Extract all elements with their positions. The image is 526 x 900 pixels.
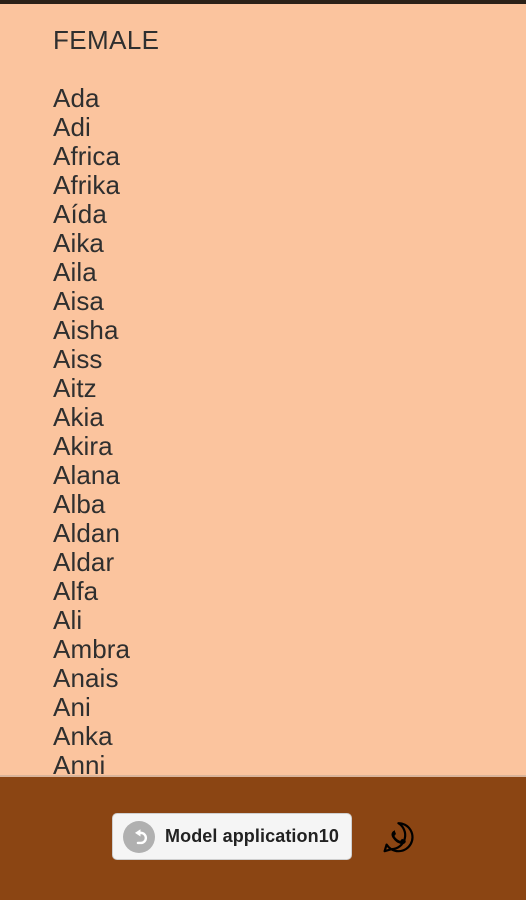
list-item[interactable]: Ali [53,606,483,635]
section-title-female: FEMALE [53,25,160,55]
list-item[interactable]: Aitz [53,374,483,403]
list-item[interactable]: Akira [53,432,483,461]
list-item[interactable]: Aila [53,258,483,287]
list-item[interactable]: Africa [53,142,483,171]
list-item[interactable]: Aisa [53,287,483,316]
name-list-pane[interactable]: FEMALE Ada Adi Africa Afrika Aída Aika Aila Ais… [0,4,526,775]
list-item[interactable]: Aiss [53,345,483,374]
list-item[interactable]: Aisha [53,316,483,345]
back-arrow-icon [123,820,155,853]
list-item[interactable]: Aldan [53,519,483,548]
bottom-action-bar: Model application10 [0,777,526,900]
list-item[interactable]: Anka [53,722,483,751]
list-item[interactable]: Anni [53,751,483,776]
list-item[interactable]: Adi [53,113,483,142]
list-item[interactable]: Akia [53,403,483,432]
list-item[interactable]: Aldar [53,548,483,577]
list-item[interactable]: Ambra [53,635,483,664]
list-item[interactable]: Aída [53,200,483,229]
app-chip-button[interactable]: Model application10 [112,813,352,860]
whatsapp-icon[interactable] [379,818,417,856]
name-list: Ada Adi Africa Afrika Aída Aika Aila Aisa Aisha A… [53,84,483,776]
list-item[interactable]: Anais [53,664,483,693]
list-item[interactable]: Aika [53,229,483,258]
list-item[interactable]: Alana [53,461,483,490]
app-chip-label: Model application10 [165,826,339,846]
list-item[interactable]: Ani [53,693,483,722]
app-screen: FEMALE Ada Adi Africa Afrika Aída Aika Aila Ais… [0,0,526,900]
list-item[interactable]: Afrika [53,171,483,200]
list-item[interactable]: Alfa [53,577,483,606]
list-item[interactable]: Alba [53,490,483,519]
list-item[interactable]: Ada [53,84,483,113]
